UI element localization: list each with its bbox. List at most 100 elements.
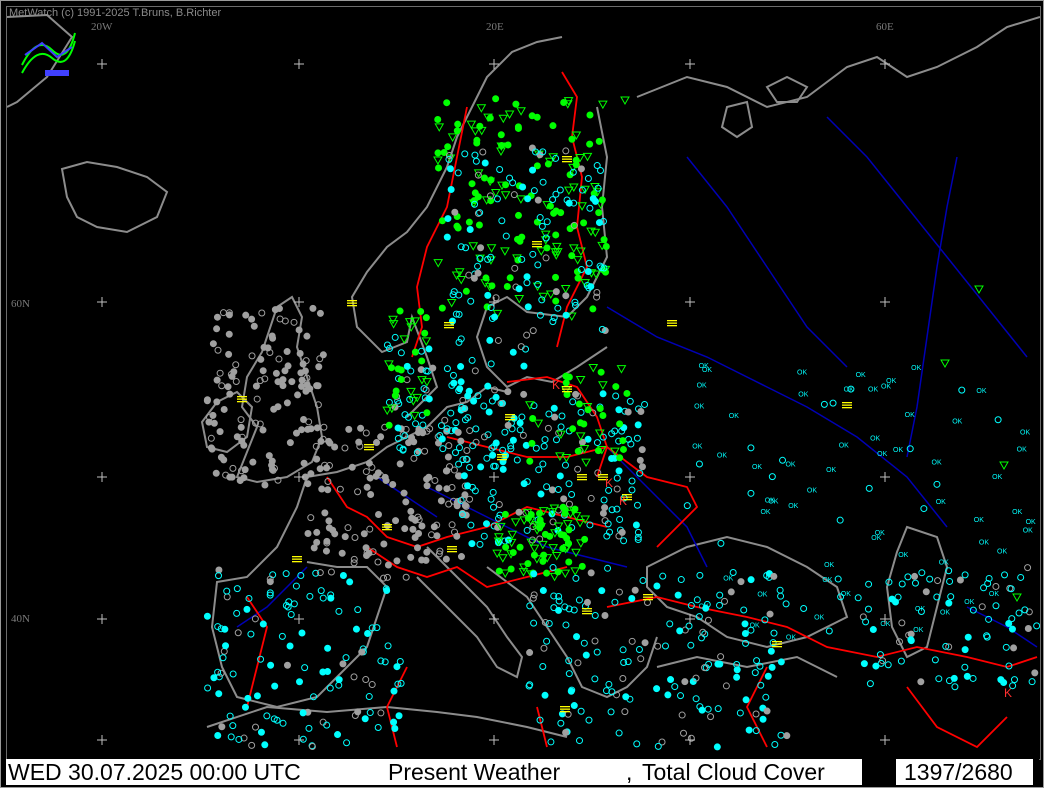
station-symbol	[299, 709, 307, 717]
fog-symbol	[560, 706, 570, 708]
station-symbol	[486, 336, 494, 344]
ok-label: OK	[844, 386, 854, 393]
fog-symbol	[382, 529, 392, 531]
station-symbol	[582, 651, 590, 659]
station-symbol	[751, 669, 759, 677]
weather-map[interactable]: OK OK OK OK OK OK OK OK OK OK OK OK OK OK OK OK OK OK OK OK…	[6, 6, 1041, 760]
station-symbol	[225, 330, 233, 338]
station-symbol	[417, 347, 425, 355]
station-symbol	[454, 224, 462, 232]
station-symbol	[313, 424, 321, 432]
station-symbol	[402, 573, 410, 581]
thunderstorm-symbol: K	[552, 378, 560, 392]
station-symbol	[352, 625, 360, 633]
station-symbol	[777, 592, 785, 600]
station-symbol	[509, 436, 517, 444]
station-symbol	[565, 480, 573, 488]
station-symbol	[555, 597, 563, 605]
station-symbol	[716, 591, 724, 599]
station-symbol	[550, 209, 558, 217]
station-symbol	[475, 221, 483, 229]
station-symbol	[368, 681, 376, 689]
station-symbol	[727, 588, 735, 596]
fog-symbol	[347, 300, 357, 302]
station-symbol	[539, 557, 547, 565]
station-symbol	[568, 252, 576, 260]
station-symbol	[545, 410, 553, 418]
station-symbol	[530, 619, 538, 627]
station-symbol	[283, 399, 291, 407]
station-symbol	[637, 408, 645, 416]
station-symbol	[633, 434, 641, 442]
ok-label: OK	[717, 452, 727, 459]
station-symbol	[219, 309, 227, 317]
station-symbol	[468, 356, 476, 364]
station-symbol	[514, 235, 522, 243]
station-symbol	[946, 577, 954, 585]
station-symbol	[544, 424, 552, 432]
station-symbol	[528, 439, 536, 447]
station-symbol	[437, 497, 445, 505]
fog-symbol	[532, 246, 542, 248]
station-symbol	[573, 633, 581, 641]
map-canvas[interactable]: OK OK OK OK OK OK OK OK OK OK OK OK OK OK OK OK OK OK OK OK…	[7, 7, 1040, 759]
station-symbol	[600, 496, 608, 504]
station-symbol	[716, 601, 724, 609]
station-symbol	[241, 703, 249, 711]
station-symbol	[554, 304, 562, 312]
station-symbol	[529, 166, 537, 174]
station-symbol	[309, 304, 317, 312]
ok-label: OK	[898, 552, 908, 559]
station-symbol	[422, 556, 430, 564]
station-symbol	[599, 411, 607, 419]
shower-symbol	[1012, 593, 1022, 603]
station-symbol	[752, 710, 760, 718]
station-symbol	[552, 436, 560, 444]
status-bar: WED 30.07.2025 00:00 UTC Present Weather…	[6, 759, 1039, 785]
status-product: Present Weather	[388, 759, 561, 785]
station-symbol	[213, 325, 221, 333]
station-symbol	[421, 447, 429, 455]
station-symbol	[740, 606, 748, 614]
station-symbol	[518, 413, 526, 421]
station-symbol	[393, 557, 401, 565]
station-symbol	[483, 454, 491, 462]
station-symbol	[543, 244, 551, 252]
station-symbol	[869, 626, 877, 634]
station-symbol	[554, 486, 562, 494]
station-symbol	[587, 494, 595, 502]
station-symbol	[766, 610, 774, 618]
station-symbol	[314, 382, 322, 390]
station-symbol	[492, 95, 500, 103]
station-symbol	[898, 580, 906, 588]
station-symbol	[350, 673, 358, 681]
station-symbol	[282, 570, 290, 578]
station-symbol	[526, 457, 534, 465]
station-symbol	[550, 404, 558, 412]
ok-label: OK	[1020, 429, 1030, 436]
station-symbol	[460, 472, 468, 480]
station-symbol	[956, 576, 964, 584]
station-symbol	[413, 544, 421, 552]
lon-label-20e: 20E	[486, 21, 504, 33]
station-symbol	[624, 408, 632, 416]
station-symbol	[323, 537, 331, 545]
station-symbol	[251, 615, 259, 623]
station-symbol	[363, 483, 371, 491]
station-symbol	[534, 261, 542, 269]
station-symbol	[361, 715, 369, 723]
station-symbol	[326, 439, 334, 447]
fog-symbol	[560, 711, 570, 713]
fog-symbol	[560, 708, 570, 710]
fog-symbol	[497, 459, 507, 461]
station-symbol	[615, 588, 623, 596]
station-symbol	[465, 271, 473, 279]
station-symbol	[509, 179, 517, 187]
station-symbol	[396, 460, 404, 468]
station-symbol	[628, 486, 636, 494]
station-symbol	[511, 264, 519, 272]
station-symbol	[596, 405, 604, 413]
station-symbol	[259, 367, 267, 375]
station-symbol	[466, 225, 474, 233]
station-symbol	[1010, 644, 1018, 652]
